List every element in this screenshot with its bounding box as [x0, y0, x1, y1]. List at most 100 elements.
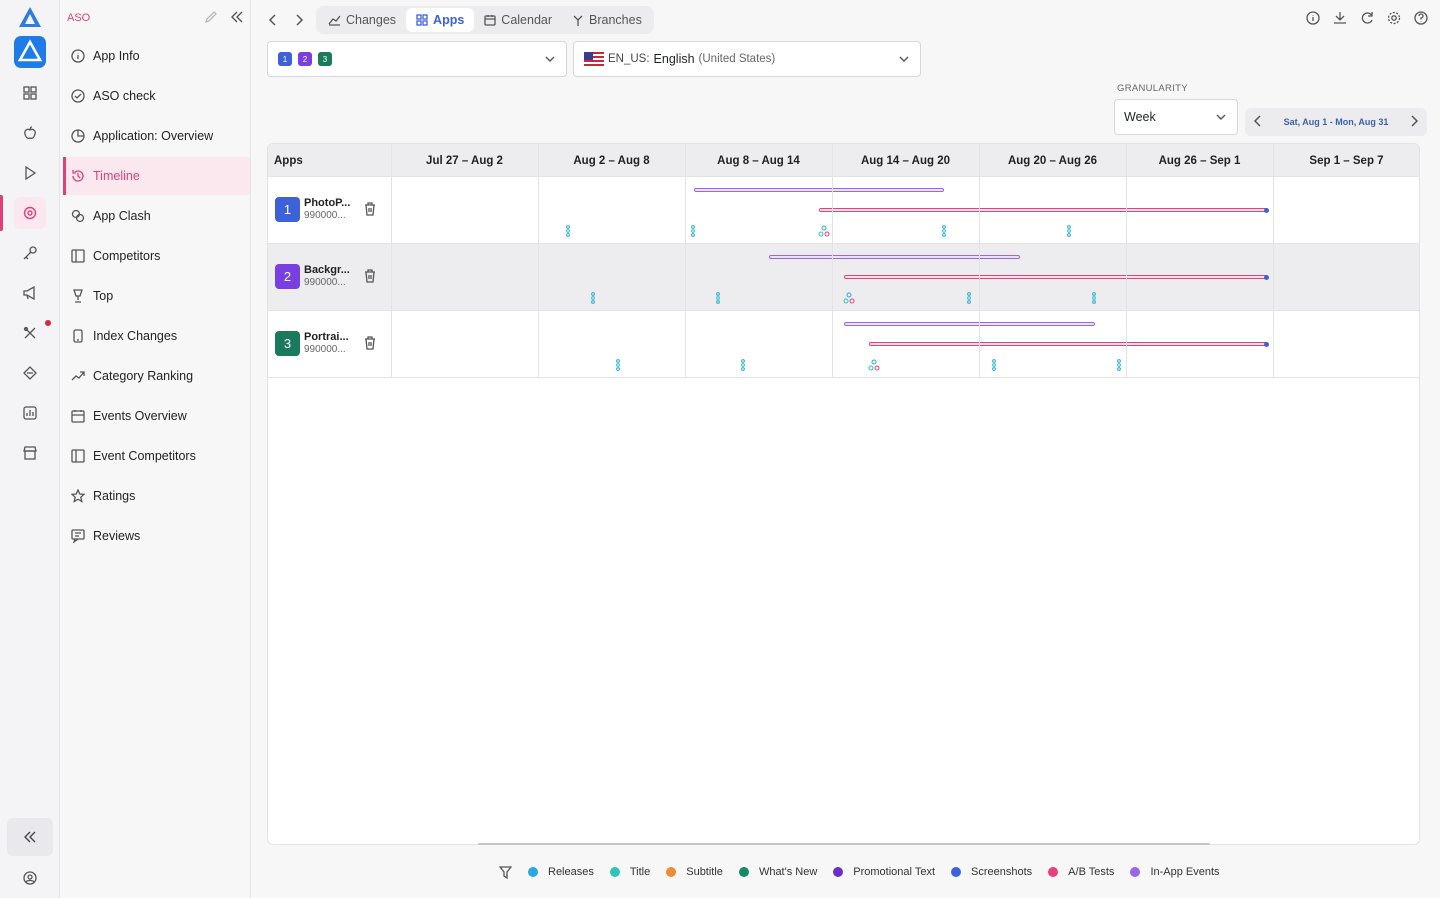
help-icon[interactable] — [1414, 11, 1428, 30]
apps-icon — [416, 14, 428, 26]
release-marker-icon[interactable] — [741, 358, 745, 371]
legend-item-promotional-text[interactable]: Promotional Text — [833, 866, 935, 878]
week-header: Aug 14 – Aug 20 — [860, 154, 951, 167]
locale-select[interactable]: EN_US: English (United States) — [573, 41, 921, 77]
sidebar-item-app-clash[interactable]: App Clash — [63, 197, 250, 235]
settings-icon[interactable] — [1387, 11, 1401, 30]
sidebar-item-reviews[interactable]: Reviews — [63, 517, 250, 555]
sidebar-item-ratings[interactable]: Ratings — [63, 477, 250, 515]
tools-icon[interactable] — [14, 317, 46, 349]
ab-test-bar[interactable] — [819, 208, 1268, 212]
release-marker-icon[interactable] — [1117, 358, 1121, 371]
app-number-badge: 3 — [275, 331, 300, 356]
release-marker-icon[interactable] — [616, 358, 620, 371]
legend-items: Releases Title Subtitle What's New Promotion… — [528, 866, 1236, 878]
legend-item-title[interactable]: Title — [609, 866, 650, 878]
tab-apps[interactable]: Apps — [406, 8, 475, 32]
forward-arrow-icon[interactable] — [290, 11, 308, 29]
prev-range-icon[interactable] — [1253, 115, 1263, 129]
collapse-sidebar-icon[interactable] — [230, 10, 244, 29]
megaphone-icon[interactable] — [14, 277, 46, 309]
sidebar-item-application-overview[interactable]: Application: Overview — [63, 117, 250, 155]
check-circle-icon — [71, 89, 85, 103]
horizontal-scrollbar[interactable] — [478, 843, 1210, 845]
release-marker-icon[interactable] — [691, 224, 695, 237]
legend-item-a-b-tests[interactable]: A/B Tests — [1048, 866, 1114, 878]
legend-item-what-s-new[interactable]: What's New — [738, 866, 817, 878]
in-app-event-bar[interactable] — [769, 255, 1020, 259]
play-store-icon[interactable] — [14, 157, 46, 189]
aso-icon[interactable] — [14, 197, 46, 229]
release-marker-icon[interactable] — [967, 291, 971, 304]
app-name[interactable]: PhotoP... — [304, 197, 350, 209]
sidebar-item-label: App Info — [93, 49, 140, 63]
release-marker-icon[interactable] — [992, 358, 996, 371]
sidebar-item-timeline[interactable]: Timeline — [63, 157, 250, 195]
trash-icon[interactable] — [364, 336, 376, 355]
store-icon[interactable] — [14, 437, 46, 469]
sidebar-item-aso-check[interactable]: ASO check — [63, 77, 250, 115]
table-row: 3 Portrai... 990000... — [268, 311, 1419, 378]
collapse-rail-icon[interactable] — [7, 818, 53, 856]
date-range-label[interactable]: Sat, Aug 1 - Mon, Aug 31 — [1284, 117, 1389, 127]
app-id: 990000... — [304, 277, 346, 288]
cluster-marker-icon[interactable] — [818, 224, 830, 237]
refresh-icon[interactable] — [1360, 11, 1374, 30]
legend-item-subtitle[interactable]: Subtitle — [666, 866, 723, 878]
release-marker-icon[interactable] — [591, 291, 595, 304]
ab-test-bar[interactable] — [844, 275, 1268, 279]
account-icon[interactable] — [14, 862, 46, 894]
granularity-select[interactable]: Week — [1114, 99, 1238, 135]
app-select[interactable]: 123 — [267, 41, 567, 77]
app-name[interactable]: Portrai... — [304, 331, 349, 343]
logo-icon[interactable] — [14, 2, 46, 34]
info-icon[interactable] — [1306, 11, 1320, 30]
keywords-icon[interactable] — [14, 237, 46, 269]
locale-language: English — [653, 52, 695, 66]
release-marker-icon[interactable] — [716, 291, 720, 304]
back-arrow-icon[interactable] — [264, 11, 282, 29]
legend-item-in-app-events[interactable]: In-App Events — [1130, 866, 1220, 878]
sidebar-item-top[interactable]: Top — [63, 277, 250, 315]
apple-icon[interactable] — [14, 117, 46, 149]
reports-icon[interactable] — [14, 397, 46, 429]
release-marker-icon[interactable] — [1067, 224, 1071, 237]
in-app-event-bar[interactable] — [694, 188, 944, 192]
sidebar-item-event-competitors[interactable]: Event Competitors — [63, 437, 250, 475]
tab-branches[interactable]: Branches — [562, 8, 652, 32]
sidebar-item-category-ranking[interactable]: Category Ranking — [63, 357, 250, 395]
dashboard-icon[interactable] — [14, 77, 46, 109]
edit-icon[interactable] — [204, 10, 218, 29]
filter-icon[interactable] — [499, 865, 512, 879]
legend-item-screenshots[interactable]: Screenshots — [951, 866, 1032, 878]
apps-column-header: Apps — [274, 154, 303, 167]
sidebar-item-app-info[interactable]: App Info — [63, 37, 250, 75]
release-marker-icon[interactable] — [566, 224, 570, 237]
trash-icon[interactable] — [364, 269, 376, 288]
tab-calendar[interactable]: Calendar — [474, 8, 562, 32]
cluster-marker-icon[interactable] — [843, 291, 855, 304]
download-icon[interactable] — [1333, 11, 1347, 30]
release-marker-icon[interactable] — [942, 224, 946, 237]
app-name[interactable]: Backgr... — [304, 264, 350, 276]
tab-changes[interactable]: Changes — [318, 8, 406, 32]
app-store-icon[interactable] — [14, 36, 46, 68]
chevron-down-icon — [544, 53, 556, 68]
ab-test-bar[interactable] — [869, 342, 1268, 346]
trash-icon[interactable] — [364, 202, 376, 221]
sidebar-item-competitors[interactable]: Competitors — [63, 237, 250, 275]
next-range-icon[interactable] — [1409, 115, 1419, 129]
legend-label: In-App Events — [1150, 866, 1220, 878]
sidebar-item-index-changes[interactable]: Index Changes — [63, 317, 250, 355]
cluster-marker-icon[interactable] — [868, 358, 880, 371]
campaign-icon[interactable] — [14, 357, 46, 389]
history-icon — [71, 169, 85, 183]
in-app-event-bar[interactable] — [844, 322, 1095, 326]
granularity-value: Week — [1124, 110, 1156, 124]
icon-rail — [0, 0, 60, 898]
chevron-down-icon — [898, 53, 910, 68]
release-marker-icon[interactable] — [1092, 291, 1096, 304]
tab-apps-label: Apps — [433, 13, 465, 27]
sidebar-item-events-overview[interactable]: Events Overview — [63, 397, 250, 435]
legend-item-releases[interactable]: Releases — [528, 866, 594, 878]
